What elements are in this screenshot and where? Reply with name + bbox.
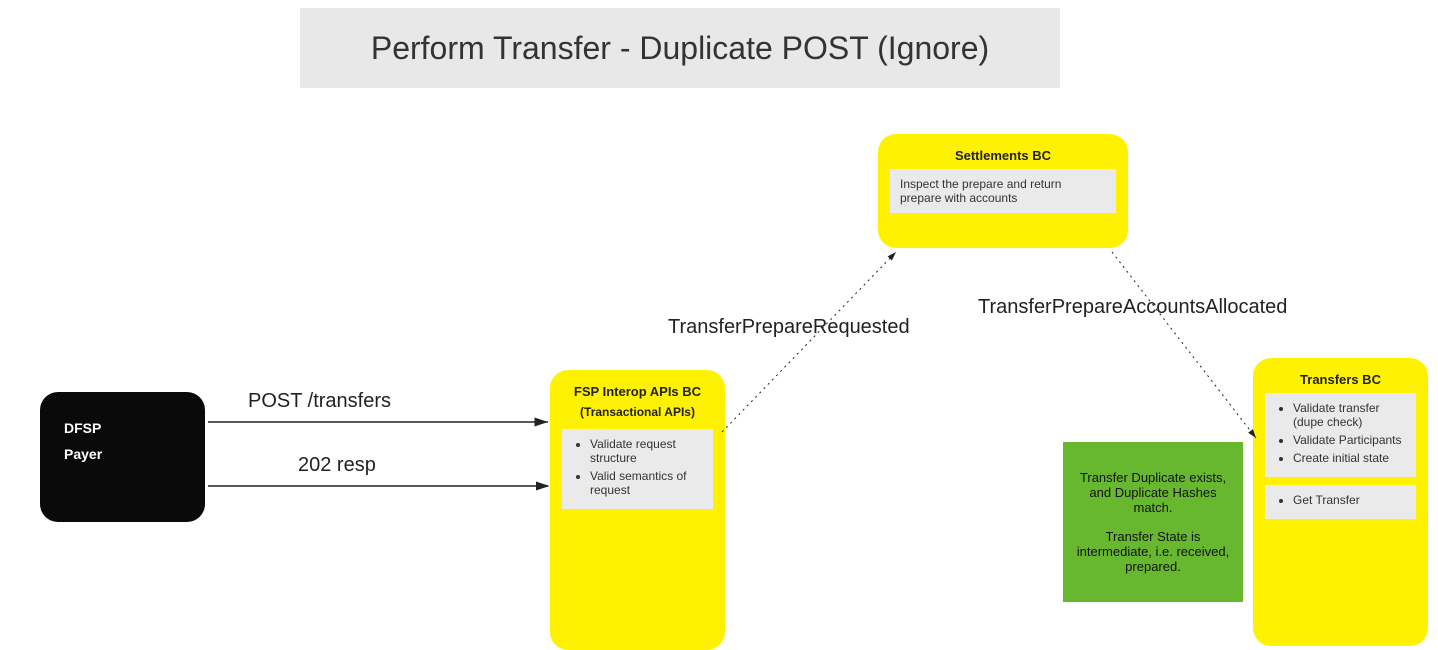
- green-p1: Transfer Duplicate exists, and Duplicate…: [1075, 470, 1231, 515]
- dfsp-label-1: DFSP: [64, 420, 181, 436]
- arrow-label-post: POST /transfers: [248, 390, 391, 413]
- settlements-desc: Inspect the prepare and return prepare w…: [890, 169, 1116, 213]
- transfers-item: Create initial state: [1293, 451, 1406, 465]
- fsp-interop-apis-node: FSP Interop APIs BC (Transactional APIs)…: [550, 370, 725, 650]
- dfsp-payer-node: DFSP Payer: [40, 392, 205, 522]
- fsp-inner: Validate request structure Valid semanti…: [562, 429, 713, 509]
- transfers-inner-1: Validate transfer (dupe check) Validate …: [1265, 393, 1416, 477]
- arrow-label-alloc: TransferPrepareAccountsAllocated: [978, 296, 1287, 319]
- diagram-title-text: Perform Transfer - Duplicate POST (Ignor…: [371, 30, 989, 67]
- transfers-node: Transfers BC Validate transfer (dupe che…: [1253, 358, 1428, 646]
- fsp-title: FSP Interop APIs BC: [562, 384, 713, 399]
- arrow-label-prepare: TransferPrepareRequested: [668, 316, 910, 339]
- settlements-node: Settlements BC Inspect the prepare and r…: [878, 134, 1128, 248]
- fsp-item: Valid semantics of request: [590, 469, 703, 497]
- diagram-title: Perform Transfer - Duplicate POST (Ignor…: [300, 8, 1060, 88]
- transfers-item: Get Transfer: [1293, 493, 1406, 507]
- transfers-item: Validate transfer (dupe check): [1293, 401, 1406, 429]
- arrow-label-resp: 202 resp: [298, 454, 376, 477]
- transfers-item: Validate Participants: [1293, 433, 1406, 447]
- fsp-subtitle: (Transactional APIs): [562, 405, 713, 419]
- transfers-title: Transfers BC: [1265, 372, 1416, 387]
- dfsp-label-2: Payer: [64, 446, 181, 462]
- green-p2: Transfer State is intermediate, i.e. rec…: [1075, 529, 1231, 574]
- duplicate-state-note: Transfer Duplicate exists, and Duplicate…: [1063, 442, 1243, 602]
- transfers-inner-2: Get Transfer: [1265, 485, 1416, 519]
- fsp-item: Validate request structure: [590, 437, 703, 465]
- settlements-title: Settlements BC: [890, 148, 1116, 163]
